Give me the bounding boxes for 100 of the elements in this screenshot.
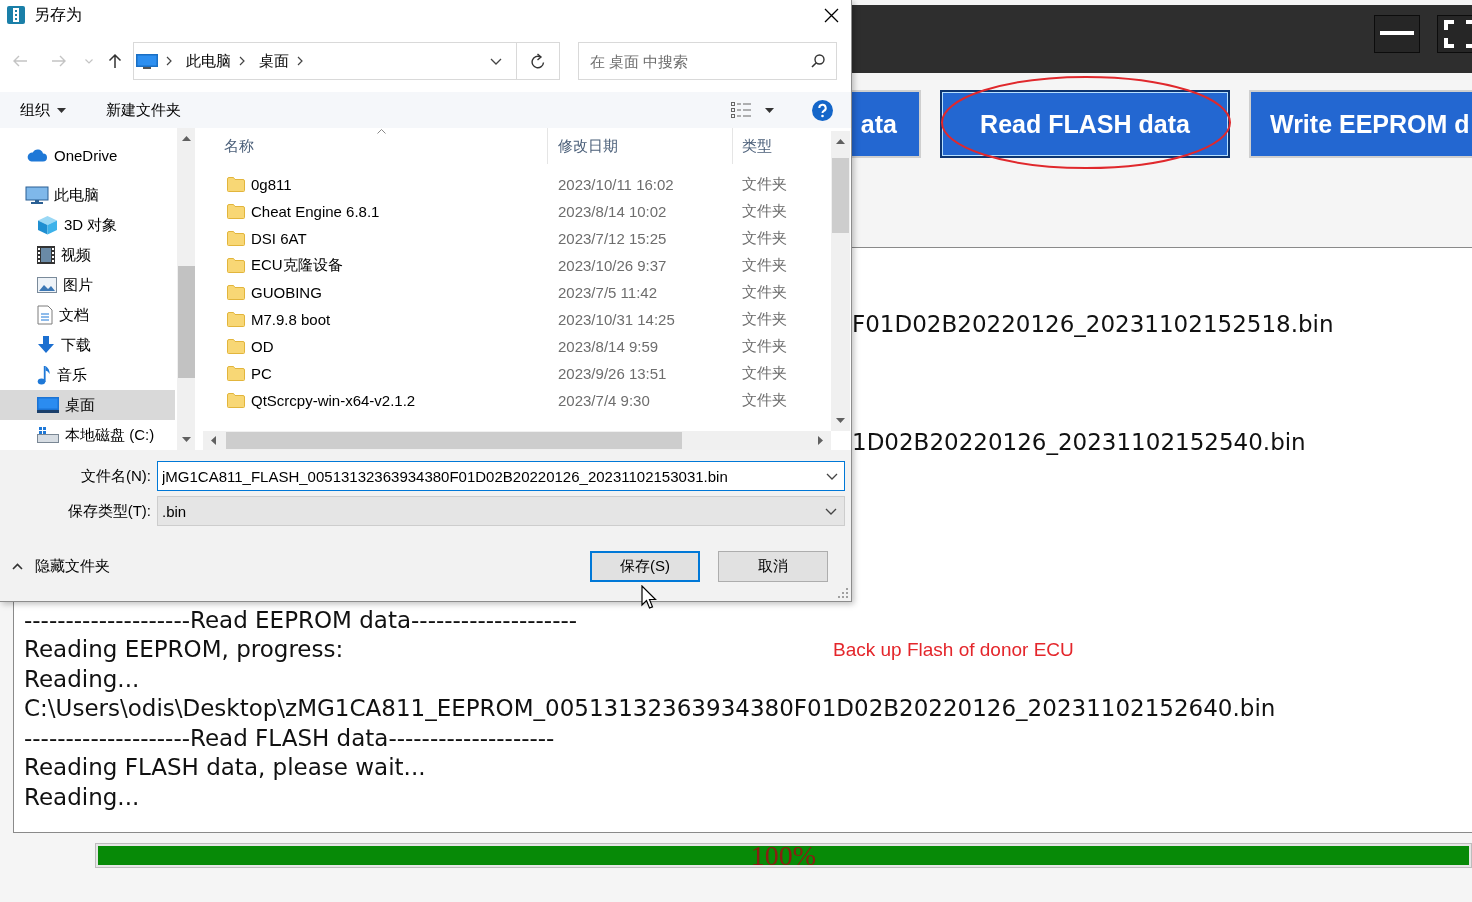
cloud-icon	[25, 148, 49, 162]
file-name[interactable]: ECU克隆设备	[195, 252, 548, 279]
new-folder-button[interactable]: 新建文件夹	[106, 100, 181, 120]
caret-down-icon[interactable]	[765, 107, 774, 113]
modified-date: 2023/7/5 11:42	[557, 283, 658, 303]
search-field[interactable]: 在 桌面 中搜索	[578, 42, 837, 80]
file-name[interactable]: DSI 6AT	[195, 225, 548, 252]
modified-date: 2023/10/11 16:02	[557, 175, 675, 195]
dialog-title: 另存为	[34, 4, 82, 25]
desktop-icon	[37, 397, 59, 413]
nav-item[interactable]: 此电脑	[0, 180, 175, 210]
caret-down-icon[interactable]	[181, 437, 191, 442]
nav-item[interactable]: 本地磁盘 (C:)	[0, 420, 175, 450]
log-line: 1D02B20220126_20231102152540.bin	[852, 428, 1306, 457]
file-type: 文件夹	[741, 174, 788, 194]
drive-icon	[37, 427, 59, 443]
file-type: 文件夹	[741, 228, 788, 248]
chevron-down-icon[interactable]	[826, 473, 838, 480]
vertical-scrollbar[interactable]	[831, 131, 850, 431]
cancel-button[interactable]: 取消	[718, 551, 828, 582]
file-name[interactable]: Cheat Engine 6.8.1	[195, 198, 548, 225]
caret-down-icon[interactable]	[836, 418, 845, 423]
caret-up-icon[interactable]	[181, 136, 191, 141]
caret-down-icon	[57, 107, 66, 113]
file-name[interactable]: PC	[195, 360, 548, 387]
file-type: 文件夹	[741, 390, 788, 410]
modified-date: 2023/7/12 15:25	[557, 229, 668, 249]
resize-grip-icon[interactable]	[838, 588, 848, 598]
action-button[interactable]: Read FLASH data	[940, 90, 1230, 158]
filetype-dropdown[interactable]: .bin	[157, 496, 845, 526]
folder-icon	[227, 312, 245, 327]
close-icon[interactable]	[824, 7, 839, 23]
modified-date: 2023/9/26 13:51	[557, 364, 668, 384]
caret-right-icon[interactable]	[818, 436, 823, 445]
log-line: C:\Users\odis\Desktop\zMG1CA811_EEPROM_00513132363934380F01D02B20220126_20231102152640.bin	[24, 694, 1276, 723]
modified-date: 2023/8/14 10:02	[557, 202, 668, 222]
filename-field[interactable]: jMG1CA811_FLASH_00513132363934380F01D02B20220126_20231102153031.bin	[157, 461, 845, 491]
breadcrumb[interactable]: 此电脑	[186, 51, 231, 71]
address-bar[interactable]: 此电脑 桌面	[133, 42, 517, 80]
file-type: 文件夹	[741, 255, 788, 275]
up-arrow-icon[interactable]	[108, 53, 122, 69]
nav-item[interactable]: OneDrive	[0, 140, 175, 170]
fullscreen-icon[interactable]	[1437, 15, 1472, 53]
column-header[interactable]: 类型	[733, 128, 831, 164]
chevron-right-icon	[166, 56, 172, 66]
vertical-scrollbar[interactable]	[177, 128, 195, 450]
log-line: Reading...	[24, 664, 140, 694]
chevron-right-icon	[239, 56, 245, 66]
chevron-right-icon[interactable]	[297, 56, 303, 66]
nav-item[interactable]: 音乐	[0, 360, 175, 390]
down-arrow-icon	[37, 335, 55, 355]
hide-folders-button[interactable]: 隐藏文件夹	[0, 557, 110, 576]
search-icon[interactable]	[811, 54, 825, 68]
file-name[interactable]: M7.9.8 boot	[195, 306, 548, 333]
refresh-button[interactable]	[517, 42, 560, 80]
breadcrumb[interactable]: 桌面	[259, 51, 289, 71]
chevron-down-icon	[825, 507, 837, 515]
field-label: 文件名(N):	[80, 466, 151, 486]
folder-icon	[227, 204, 245, 219]
log-line: F01D02B20220126_20231102152518.bin	[852, 310, 1334, 339]
log-line: Reading FLASH data, please wait...	[24, 753, 426, 782]
column-header[interactable]: 修改日期	[548, 128, 733, 164]
caret-up-icon[interactable]	[836, 139, 845, 144]
minimize-icon[interactable]	[1374, 15, 1420, 53]
scrollbar-thumb[interactable]	[177, 266, 195, 378]
refresh-icon	[531, 53, 545, 69]
view-icon[interactable]	[731, 102, 751, 118]
file-name[interactable]: GUOBING	[195, 279, 548, 306]
computer-icon	[25, 186, 49, 204]
nav-item[interactable]: 3D 对象	[0, 210, 175, 240]
caret-left-icon[interactable]	[211, 436, 216, 445]
nav-item[interactable]: 桌面	[0, 390, 175, 420]
chevron-down-icon[interactable]	[490, 57, 502, 65]
file-name[interactable]: 0g811	[195, 171, 548, 198]
folder-icon	[227, 339, 245, 354]
action-button[interactable]: ata	[852, 90, 921, 158]
folder-icon	[227, 258, 245, 273]
column-header[interactable]: 名称	[195, 128, 548, 164]
log-line: --------------------Read EEPROM data--------------------	[24, 605, 578, 635]
film-icon	[37, 246, 55, 264]
save-button[interactable]: 保存(S)	[590, 551, 700, 582]
nav-item[interactable]: 下载	[0, 330, 175, 360]
sort-caret-icon	[377, 129, 386, 134]
help-icon[interactable]	[812, 99, 833, 121]
scrollbar-thumb[interactable]	[832, 158, 849, 233]
app-icon	[7, 6, 25, 24]
scrollbar-thumb[interactable]	[226, 432, 682, 449]
horizontal-scrollbar[interactable]	[203, 431, 831, 450]
nav-item[interactable]: 图片	[0, 270, 175, 300]
file-name[interactable]: QtScrcpy-win-x64-v2.1.2	[195, 387, 548, 414]
nav-item[interactable]: 视频	[0, 240, 175, 270]
file-name[interactable]: OD	[195, 333, 548, 360]
file-type: 文件夹	[741, 201, 788, 221]
cube-icon	[37, 215, 58, 235]
nav-item[interactable]: 文档	[0, 300, 175, 330]
document-icon	[37, 305, 53, 325]
organize-button[interactable]: 组织	[20, 100, 66, 120]
caret-up-icon	[12, 563, 23, 570]
action-button[interactable]: Write EEPROM d	[1249, 90, 1472, 158]
folder-icon	[227, 285, 245, 300]
